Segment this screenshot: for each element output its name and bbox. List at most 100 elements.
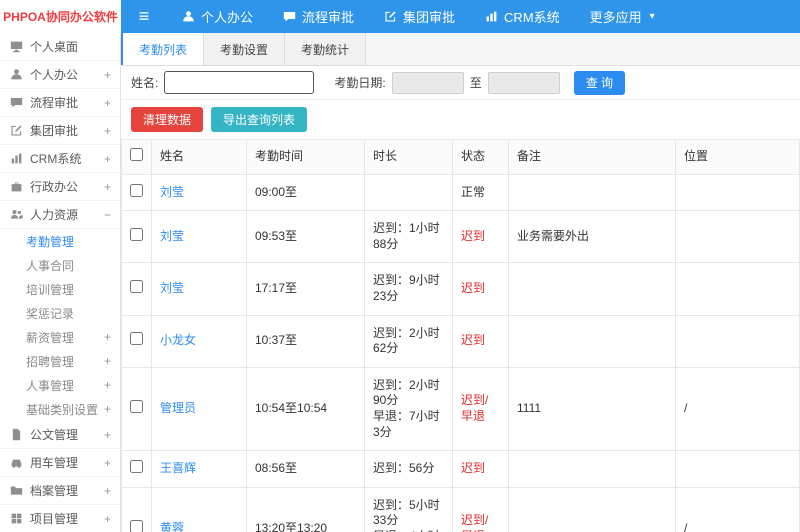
sidebar-item-admin-office[interactable]: 行政办公 + bbox=[0, 173, 120, 201]
expand-icon[interactable]: + bbox=[104, 124, 111, 138]
location-cell bbox=[675, 173, 800, 212]
header-remark: 备注 bbox=[508, 139, 676, 175]
name-filter-input[interactable] bbox=[164, 71, 315, 94]
employee-name-link[interactable]: 王喜辉 bbox=[160, 461, 196, 475]
header-name: 姓名 bbox=[151, 139, 247, 175]
header-time: 考勤时间 bbox=[246, 139, 365, 175]
employee-name-link[interactable]: 黄蓉 bbox=[160, 521, 184, 532]
nav-crm-system[interactable]: CRM系统 bbox=[470, 0, 575, 33]
tab-attendance-statistics[interactable]: 考勤统计 bbox=[285, 33, 367, 65]
status-text: 迟到 bbox=[461, 228, 486, 243]
row-checkbox[interactable] bbox=[130, 332, 143, 346]
sidebar-item-personal-desktop[interactable]: 个人桌面 bbox=[0, 33, 120, 61]
sidebar-item-label: 薪资管理 bbox=[26, 330, 75, 345]
app-logo: PHPOA协同办公软件 bbox=[0, 0, 121, 33]
employee-name-link[interactable]: 刘莹 bbox=[160, 229, 184, 243]
row-select-cell bbox=[121, 262, 152, 316]
row-checkbox[interactable] bbox=[130, 227, 143, 241]
nav-personal-office[interactable]: 个人办公 bbox=[167, 0, 268, 33]
sidebar-item-base-category-settings[interactable]: 基础类别设置 + bbox=[0, 397, 120, 421]
expand-icon[interactable]: + bbox=[104, 428, 111, 442]
date-from-input[interactable] bbox=[391, 71, 464, 94]
nav-item-label: CRM系统 bbox=[504, 10, 560, 25]
sidebar-item-label: 基础类别设置 bbox=[26, 402, 99, 417]
sidebar-item-personal-office[interactable]: 个人办公 + bbox=[0, 61, 120, 89]
expand-icon[interactable]: + bbox=[104, 354, 111, 368]
expand-icon[interactable]: + bbox=[104, 68, 111, 82]
expand-icon[interactable]: + bbox=[104, 330, 111, 344]
query-button[interactable]: 查 询 bbox=[573, 70, 626, 95]
expand-icon[interactable]: + bbox=[104, 180, 111, 194]
duration-cell: 迟到：1小时88分 bbox=[364, 210, 453, 264]
export-list-button[interactable]: 导出查询列表 bbox=[211, 107, 308, 132]
duration-cell bbox=[364, 173, 453, 212]
users-icon bbox=[9, 208, 23, 221]
row-checkbox[interactable] bbox=[130, 400, 143, 414]
employee-name-link[interactable]: 刘莹 bbox=[160, 185, 184, 199]
sidebar-item-hr-contract[interactable]: 人事合同 bbox=[0, 253, 120, 277]
sidebar-item-salary-management[interactable]: 薪资管理 + bbox=[0, 325, 120, 349]
row-checkbox[interactable] bbox=[130, 183, 143, 197]
expand-icon[interactable]: + bbox=[104, 152, 111, 166]
sidebar-item-archive-management[interactable]: 档案管理 + bbox=[0, 477, 120, 505]
remark-cell bbox=[508, 173, 676, 212]
nav-process-approval[interactable]: 流程审批 bbox=[268, 0, 369, 33]
select-all-checkbox[interactable] bbox=[130, 148, 143, 161]
folder-icon bbox=[9, 484, 23, 497]
sidebar-item-label: 奖惩记录 bbox=[26, 306, 75, 321]
expand-icon[interactable]: + bbox=[104, 96, 111, 110]
employee-name-link[interactable]: 小龙女 bbox=[160, 333, 196, 347]
sidebar-item-group-approval[interactable]: 集团审批 + bbox=[0, 117, 120, 145]
date-to-input[interactable] bbox=[487, 71, 560, 94]
sidebar-item-vehicle-management[interactable]: 用车管理 + bbox=[0, 449, 120, 477]
menu-toggle-icon[interactable]: ≡ bbox=[121, 0, 167, 33]
employee-name-link[interactable]: 刘莹 bbox=[160, 281, 184, 295]
sidebar: 个人桌面 个人办公 + 流程审批 + 集团审批 + CRM系统 + 行政办公 +… bbox=[0, 33, 121, 532]
sidebar-item-process-approval[interactable]: 流程审批 + bbox=[0, 89, 120, 117]
expand-icon[interactable]: + bbox=[104, 402, 111, 416]
clean-data-button[interactable]: 清理数据 bbox=[131, 107, 204, 132]
expand-icon[interactable]: + bbox=[104, 484, 111, 498]
sidebar-item-label: 流程审批 bbox=[30, 96, 79, 110]
filter-bar: 姓名: 考勤日期: 至 查 询 bbox=[121, 66, 800, 100]
name-cell: 王喜辉 bbox=[151, 450, 247, 488]
status-cell: 迟到 bbox=[452, 262, 509, 316]
sidebar-item-crm[interactable]: CRM系统 + bbox=[0, 145, 120, 173]
sidebar-item-label: 考勤管理 bbox=[26, 234, 75, 249]
chat-icon bbox=[9, 96, 23, 109]
expand-icon[interactable]: + bbox=[104, 378, 111, 392]
expand-icon[interactable]: + bbox=[104, 512, 111, 526]
header-location: 位置 bbox=[675, 139, 800, 175]
sidebar-item-attendance-management[interactable]: 考勤管理 bbox=[0, 229, 120, 253]
name-cell: 刘莹 bbox=[151, 262, 247, 316]
sidebar-item-label: 招聘管理 bbox=[26, 354, 75, 369]
time-cell: 09:53至 bbox=[246, 210, 365, 264]
nav-more-apps[interactable]: 更多应用 ▾ bbox=[575, 0, 670, 33]
status-text: 迟到/早退 bbox=[461, 393, 489, 423]
sidebar-item-label: 公文管理 bbox=[30, 428, 79, 442]
duration-cell: 迟到：9小时23分 bbox=[364, 262, 453, 316]
tab-attendance-list[interactable]: 考勤列表 bbox=[121, 33, 205, 65]
chart-icon bbox=[485, 10, 498, 23]
name-filter-label: 姓名: bbox=[131, 76, 159, 90]
document-icon bbox=[9, 428, 23, 441]
table-row: 刘莹 09:53至 迟到：1小时88分 迟到 业务需要外出 bbox=[121, 210, 800, 264]
collapse-icon[interactable]: − bbox=[104, 208, 111, 222]
tab-attendance-settings[interactable]: 考勤设置 bbox=[204, 33, 286, 65]
row-checkbox[interactable] bbox=[130, 460, 143, 474]
time-cell: 08:56至 bbox=[246, 450, 365, 488]
sidebar-item-personnel-management[interactable]: 人事管理 + bbox=[0, 373, 120, 397]
sidebar-item-project-management[interactable]: 项目管理 + bbox=[0, 505, 120, 532]
row-checkbox[interactable] bbox=[130, 520, 143, 532]
expand-icon[interactable]: + bbox=[104, 456, 111, 470]
employee-name-link[interactable]: 管理员 bbox=[160, 401, 196, 415]
remark-cell: 1111 bbox=[508, 366, 676, 452]
sidebar-item-recruitment-management[interactable]: 招聘管理 + bbox=[0, 349, 120, 373]
nav-group-approval[interactable]: 集团审批 bbox=[369, 0, 470, 33]
sidebar-item-hr[interactable]: 人力资源 − bbox=[0, 201, 120, 229]
sidebar-item-document-management[interactable]: 公文管理 + bbox=[0, 421, 120, 449]
sidebar-item-training-management[interactable]: 培训管理 bbox=[0, 277, 120, 301]
row-checkbox[interactable] bbox=[130, 280, 143, 294]
location-cell bbox=[675, 210, 800, 264]
sidebar-item-reward-records[interactable]: 奖惩记录 bbox=[0, 301, 120, 325]
